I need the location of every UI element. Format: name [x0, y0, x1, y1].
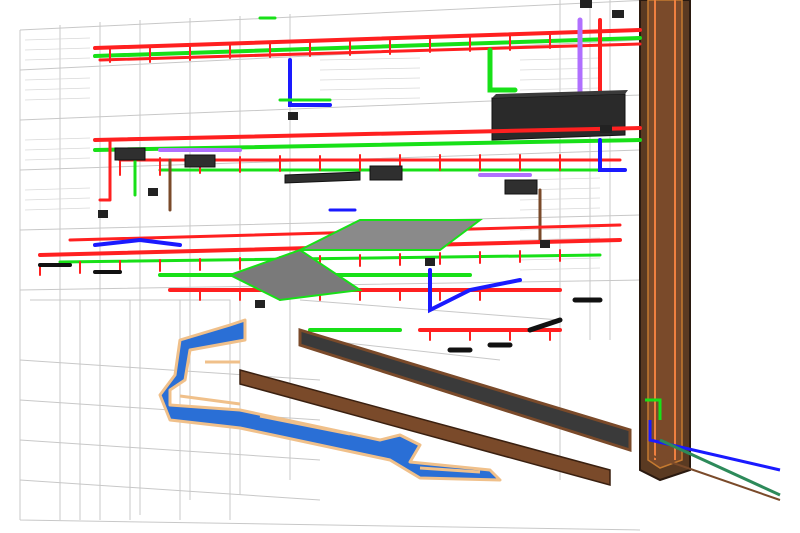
mep-model-view	[0, 0, 800, 533]
mep-model-canvas	[19, 0, 781, 531]
vertical-riser-shaft	[639, 0, 691, 482]
level-3-piping	[93, 16, 642, 107]
